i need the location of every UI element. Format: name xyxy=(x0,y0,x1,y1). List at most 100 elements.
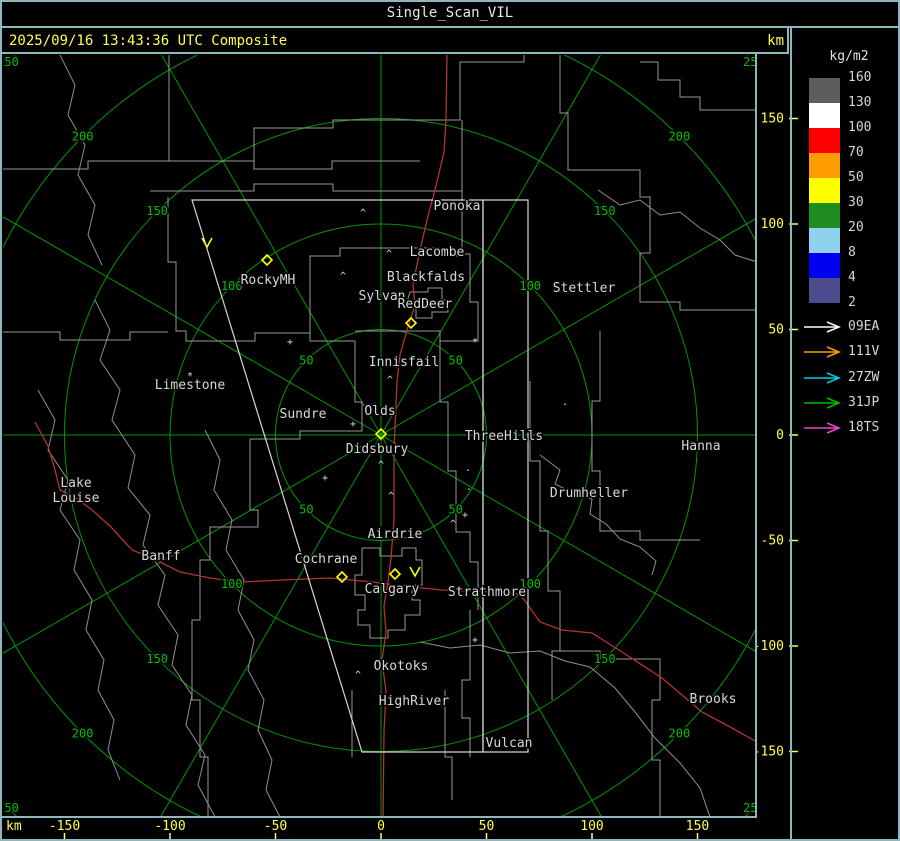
legend-panel: kg/m2 160 130 100 70 50 30 20 8 4 2 09EA 111V 27ZW 3… xyxy=(792,27,900,841)
radar-site-marker xyxy=(388,567,402,581)
radar-site-marker xyxy=(335,570,349,584)
radar-id-label: 18TS xyxy=(848,420,880,436)
radar-arrow-icon xyxy=(804,321,841,333)
city-label: Innisfail xyxy=(369,355,439,370)
terrain-line xyxy=(37,389,121,781)
ring-distance-label: 200 xyxy=(669,130,691,144)
city-label: Didsbury xyxy=(346,442,409,457)
city-label: Blackfalds xyxy=(387,270,465,285)
city-label: Okotoks xyxy=(374,659,429,674)
town-marker: + xyxy=(472,635,478,646)
city-label: Calgary xyxy=(365,582,420,597)
town-marker: * xyxy=(472,337,478,348)
color-scale-swatch xyxy=(809,78,840,103)
bottom-axis-label: -50 xyxy=(264,819,287,834)
check-marker xyxy=(201,237,213,249)
right-axis-unit: km xyxy=(767,33,784,49)
city-label: Airdrie xyxy=(368,527,423,542)
color-scale-swatch xyxy=(809,178,840,203)
city-label: Ponoka xyxy=(434,199,481,214)
color-scale-tick-label: 20 xyxy=(848,220,864,235)
bottom-axis-label: 0 xyxy=(377,819,385,834)
town-marker: ^ xyxy=(386,249,392,260)
right-axis-label: 150 xyxy=(761,112,784,127)
color-scale-swatch xyxy=(809,128,840,153)
color-scale-swatch xyxy=(809,103,840,128)
city-label: HighRiver xyxy=(379,694,450,709)
ring-distance-label: 250 xyxy=(0,55,19,69)
radar-arrow-icon xyxy=(804,397,841,409)
town-marker: + xyxy=(322,473,328,484)
color-scale-tick-label: 160 xyxy=(848,70,872,85)
town-marker: + xyxy=(350,419,356,430)
boundary-line xyxy=(640,61,756,111)
town-marker: ^ xyxy=(378,460,384,471)
boundary-line xyxy=(150,183,462,192)
boundary-line xyxy=(559,55,756,311)
ring-distance-label: 100 xyxy=(519,279,541,293)
ring-distance-label: 200 xyxy=(72,726,94,740)
city-label: RedDeer xyxy=(398,297,453,312)
ring-distance-label: 50 xyxy=(299,353,313,367)
ring-distance-label: 150 xyxy=(594,652,616,666)
city-label: Drumheller xyxy=(550,486,628,501)
town-marker: ^ xyxy=(355,670,361,681)
town-marker: ^ xyxy=(450,519,456,530)
ring-distance-label: 50 xyxy=(448,503,462,517)
right-axis-label: 0 xyxy=(776,428,784,443)
scan-timestamp: 2025/09/16 13:43:36 UTC Composite xyxy=(9,33,288,49)
city-label: RockyMH xyxy=(241,273,296,288)
check-marker xyxy=(409,566,421,578)
color-scale-swatch xyxy=(809,203,840,228)
terrain-line xyxy=(59,55,103,266)
town-marker: + xyxy=(462,510,468,521)
color-scale-swatch xyxy=(809,153,840,178)
city-label: Olds xyxy=(364,404,395,419)
boundary-line xyxy=(560,650,661,816)
color-scale-tick-label: 4 xyxy=(848,270,856,285)
right-axis-label: -100 xyxy=(753,639,784,654)
right-axis-label: 100 xyxy=(761,217,784,232)
color-scale-tick-label: 30 xyxy=(848,195,864,210)
boundary-line xyxy=(3,331,168,341)
right-axis-label: -50 xyxy=(761,534,784,549)
bottom-axis-label: 150 xyxy=(686,819,709,834)
city-label: Brooks xyxy=(690,692,737,707)
radar-id-label: 27ZW xyxy=(848,369,880,385)
bottom-axis-label: -100 xyxy=(154,819,185,834)
radar-id-label: 31JP xyxy=(848,394,880,410)
town-marker: . xyxy=(465,463,471,474)
radial-line xyxy=(161,55,382,436)
right-axis-label: 50 xyxy=(768,323,784,338)
town-marker: . xyxy=(466,482,472,493)
town-marker: ^ xyxy=(360,208,366,219)
bottom-axis-label: 50 xyxy=(479,819,495,834)
bottom-axis-label: 100 xyxy=(580,819,603,834)
ring-distance-label: 50 xyxy=(448,353,462,367)
radial-line xyxy=(380,55,601,436)
terrain-line xyxy=(204,429,281,816)
ring-distance-label: 100 xyxy=(221,279,243,293)
town-marker: ^ xyxy=(340,271,346,282)
terrain-line xyxy=(419,641,711,816)
legend-unit-label: kg/m2 xyxy=(829,49,869,64)
ring-distance-label: 150 xyxy=(594,204,616,218)
radar-arrow-icon xyxy=(804,346,841,358)
radar-arrow-icon xyxy=(804,422,841,434)
right-axis-label: -150 xyxy=(753,745,784,760)
title-bar: Single_Scan_VIL xyxy=(0,0,900,27)
color-scale-swatch xyxy=(809,228,840,253)
terrain-line xyxy=(539,454,657,576)
city-label: Lake Louise xyxy=(53,476,100,506)
ring-distance-label: 100 xyxy=(221,577,243,591)
radar-arrow-icon xyxy=(804,371,841,384)
radar-map[interactable]: 50 5050 50100 100100 100150 150150 150200 20020… xyxy=(0,0,900,841)
bottom-axis-label: -150 xyxy=(49,819,80,834)
city-label: Hanna xyxy=(681,439,720,454)
city-label: Banff xyxy=(141,549,180,564)
town-marker: ^ xyxy=(387,375,393,386)
color-scale-swatch xyxy=(809,278,840,303)
city-label: Cochrane xyxy=(295,552,358,567)
ring-distance-label: 200 xyxy=(669,726,691,740)
city-label: ThreeHills xyxy=(465,429,543,444)
